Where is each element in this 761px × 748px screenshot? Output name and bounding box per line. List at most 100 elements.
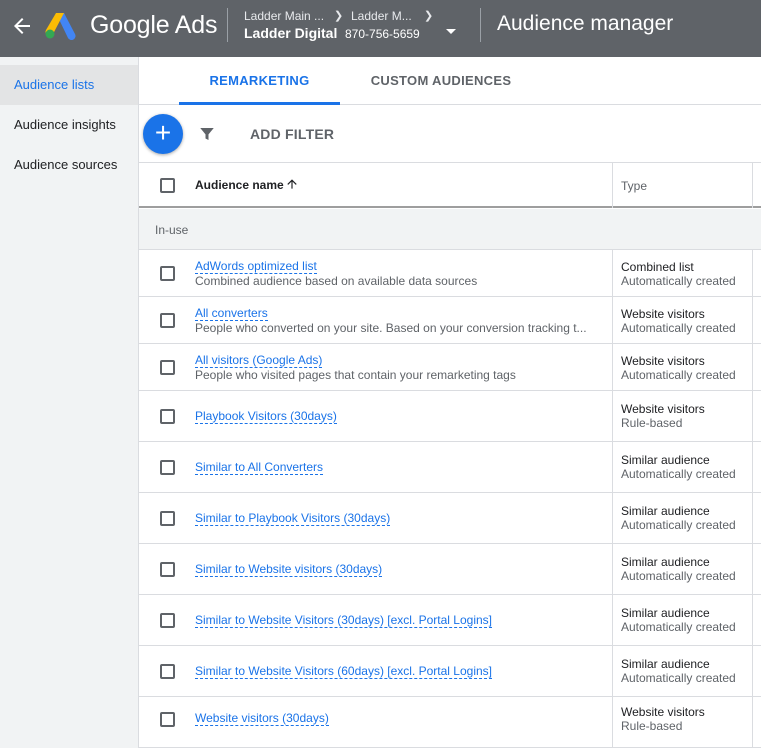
row-checkbox[interactable]	[160, 712, 175, 727]
audience-name-link[interactable]: Similar to Playbook Visitors (30days)	[195, 511, 391, 526]
add-audience-button[interactable]: +	[143, 114, 183, 154]
chevron-right-icon: ❯	[424, 10, 434, 22]
sidebar-item-audience-lists[interactable]: Audience lists	[0, 65, 138, 105]
column-divider	[752, 544, 753, 594]
select-all-checkbox[interactable]	[160, 178, 175, 193]
table-row: Similar to All Converters Similar audien…	[139, 442, 761, 493]
active-tab-indicator	[179, 102, 340, 105]
row-checkbox[interactable]	[160, 460, 175, 475]
column-header-type[interactable]: Type	[621, 179, 647, 193]
table-row: Similar to Playbook Visitors (30days) Si…	[139, 493, 761, 544]
column-divider	[752, 391, 753, 441]
audience-type: Combined list	[621, 260, 694, 274]
audience-type: Similar audience	[621, 504, 710, 518]
row-checkbox[interactable]	[160, 511, 175, 526]
breadcrumb-manager[interactable]: Ladder Main ...	[244, 9, 324, 23]
audience-type: Website visitors	[621, 705, 705, 719]
back-arrow-icon[interactable]	[10, 14, 34, 38]
audience-description: People who visited pages that contain yo…	[195, 368, 516, 382]
column-divider	[612, 344, 613, 390]
table-row: Playbook Visitors (30days) Website visit…	[139, 391, 761, 442]
audience-type: Similar audience	[621, 657, 710, 671]
column-divider	[752, 344, 753, 390]
audience-type-source: Automatically created	[621, 671, 736, 685]
sidebar: Audience lists Audience insights Audienc…	[0, 57, 139, 748]
audience-name-link[interactable]: Similar to Website Visitors (60days) [ex…	[195, 664, 493, 679]
column-divider	[612, 544, 613, 594]
audience-name-link[interactable]: All visitors (Google Ads)	[195, 353, 323, 368]
table-row: AdWords optimized list Combined audience…	[139, 250, 761, 297]
table-row: Similar to Website visitors (30days) Sim…	[139, 544, 761, 595]
add-filter-button[interactable]: ADD FILTER	[250, 126, 334, 142]
top-app-bar: Google Ads Ladder Main ... ❯ Ladder M...…	[0, 0, 761, 57]
audience-type: Website visitors	[621, 307, 705, 321]
audience-type: Similar audience	[621, 606, 710, 620]
column-divider	[752, 250, 753, 296]
header-divider	[227, 8, 228, 42]
row-checkbox[interactable]	[160, 562, 175, 577]
column-divider	[752, 697, 753, 747]
audience-type: Website visitors	[621, 354, 705, 368]
page-title: Audience manager	[497, 12, 674, 35]
row-checkbox[interactable]	[160, 313, 175, 328]
brand-name: Google Ads	[90, 11, 218, 39]
column-divider	[612, 646, 613, 696]
account-id[interactable]: 870-756-5659	[345, 27, 420, 41]
account-name[interactable]: Ladder Digital	[244, 25, 337, 41]
column-divider	[752, 493, 753, 543]
breadcrumb-sub-manager[interactable]: Ladder M...	[351, 9, 412, 23]
column-header-audience-name[interactable]: Audience name	[195, 178, 284, 192]
table-row: All converters People who converted on y…	[139, 297, 761, 344]
audience-type-source: Automatically created	[621, 467, 736, 481]
audience-type-source: Rule-based	[621, 416, 683, 430]
audience-name-link[interactable]: Similar to Website Visitors (30days) [ex…	[195, 613, 493, 628]
audience-name-link[interactable]: All converters	[195, 306, 268, 321]
audience-type: Similar audience	[621, 453, 710, 467]
row-checkbox[interactable]	[160, 266, 175, 281]
audience-type: Website visitors	[621, 402, 705, 416]
audience-type-source: Automatically created	[621, 569, 736, 583]
column-divider	[612, 163, 613, 208]
tab-bar: REMARKETING CUSTOM AUDIENCES	[139, 57, 761, 105]
chevron-right-icon: ❯	[334, 10, 344, 22]
row-checkbox[interactable]	[160, 664, 175, 679]
row-checkbox[interactable]	[160, 613, 175, 628]
column-divider	[612, 250, 613, 296]
audience-type-source: Automatically created	[621, 518, 736, 532]
sidebar-item-audience-sources[interactable]: Audience sources	[0, 145, 138, 185]
table-row: Similar to Website Visitors (60days) [ex…	[139, 646, 761, 697]
audience-type-source: Automatically created	[621, 274, 736, 288]
column-divider	[612, 493, 613, 543]
sidebar-item-audience-insights[interactable]: Audience insights	[0, 105, 138, 145]
audience-type-source: Automatically created	[621, 321, 736, 335]
audience-type-source: Automatically created	[621, 368, 736, 382]
audience-description: Combined audience based on available dat…	[195, 274, 478, 288]
audience-name-link[interactable]: Website visitors (30days)	[195, 711, 329, 726]
audience-type-source: Rule-based	[621, 719, 683, 733]
audience-name-link[interactable]: Playbook Visitors (30days)	[195, 409, 337, 424]
row-checkbox[interactable]	[160, 409, 175, 424]
column-divider	[752, 646, 753, 696]
account-dropdown-icon[interactable]	[446, 29, 456, 34]
column-divider	[612, 391, 613, 441]
column-divider	[752, 163, 753, 208]
filter-icon[interactable]	[198, 125, 216, 143]
audience-name-link[interactable]: AdWords optimized list	[195, 259, 317, 274]
tab-custom-audiences[interactable]: CUSTOM AUDIENCES	[355, 57, 527, 105]
audience-name-link[interactable]: Similar to All Converters	[195, 460, 324, 475]
audience-type-source: Automatically created	[621, 620, 736, 634]
column-divider	[612, 297, 613, 343]
sort-ascending-icon[interactable]	[285, 177, 299, 191]
tab-remarketing[interactable]: REMARKETING	[179, 57, 340, 105]
audience-type: Similar audience	[621, 555, 710, 569]
column-divider	[752, 442, 753, 492]
table-row: Website visitors (30days) Website visito…	[139, 697, 761, 748]
section-header-in-use: In-use	[139, 209, 761, 250]
audience-description: People who converted on your site. Based…	[195, 321, 587, 335]
table-row: Similar to Website Visitors (30days) [ex…	[139, 595, 761, 646]
audience-name-link[interactable]: Similar to Website visitors (30days)	[195, 562, 383, 577]
column-divider	[752, 595, 753, 645]
header-divider	[480, 8, 481, 42]
row-checkbox[interactable]	[160, 360, 175, 375]
column-divider	[612, 595, 613, 645]
